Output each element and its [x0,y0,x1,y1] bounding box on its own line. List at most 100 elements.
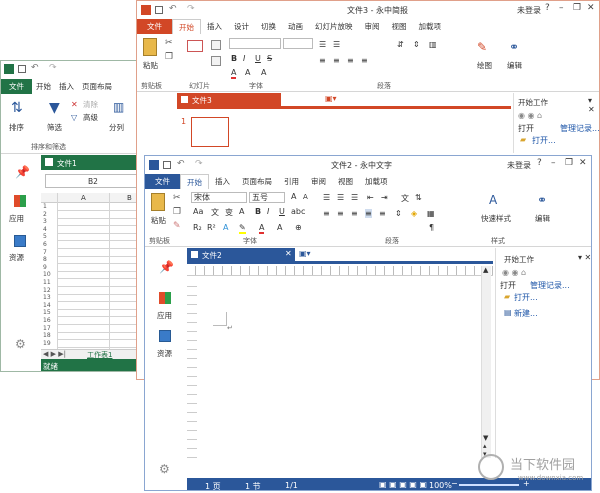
taskpane-close-icon[interactable]: ▾ ✕ [588,96,599,114]
subscript-icon[interactable]: R₂ [193,223,202,232]
tab-addins[interactable]: 加载项 [413,19,448,34]
resources-label[interactable]: 资源 [9,252,24,263]
back-icon[interactable]: ◉ ◉ ⌂ [502,268,526,277]
superscript-icon[interactable]: R² [207,223,216,232]
copy-icon[interactable]: ❐ [165,52,173,62]
shrink-font-icon[interactable]: A [303,193,308,201]
row-header[interactable]: 18 [43,332,57,339]
scroll-up-icon[interactable]: ▲ [483,266,488,274]
change-case-icon[interactable]: Aa [193,207,203,216]
distributed-icon[interactable]: ≡ [379,209,386,218]
sort-icon[interactable]: ⇅ [415,193,422,202]
row-header[interactable]: 10 [43,271,57,278]
align-right-icon[interactable]: ≡ [347,56,354,65]
borders-icon[interactable]: ▦ [427,209,435,218]
column-header-a[interactable]: A [81,194,86,202]
row-header[interactable]: 8 [43,256,57,263]
taskpane-close-icon[interactable]: ▾ ✕ [578,253,591,262]
align-center-icon[interactable]: ≡ [337,209,344,218]
tab-addins[interactable]: 加载项 [359,174,394,189]
settings-icon[interactable]: ⚙ [15,337,26,351]
split-icon[interactable]: ▥ [113,100,124,114]
apps-label[interactable]: 应用 [157,310,172,321]
close-icon[interactable]: ✕ [587,3,595,13]
sheet-nav-icon[interactable]: ◀ ▶ ▶| [43,350,66,358]
tab-insert[interactable]: 插入 [201,19,228,34]
zoom-out-icon[interactable]: − [451,479,458,488]
row-header[interactable]: 19 [43,340,57,347]
text-direction-icon[interactable]: ⇵ [397,40,404,49]
open-link[interactable]: 打开... [532,135,556,146]
cell-reference-box[interactable]: B2 [45,174,141,188]
align-center-icon[interactable]: ≡ [333,56,340,65]
tab-transitions[interactable]: 切换 [255,19,282,34]
tab-insert[interactable]: 插入 [209,174,236,189]
document-page[interactable]: ↵ [199,278,479,458]
row-header[interactable]: 14 [43,302,57,309]
restore-icon[interactable]: ❐ [573,3,581,13]
new-link[interactable]: 新建... [514,308,538,319]
spreadsheet-doc-tab[interactable]: 文件1 [57,158,77,169]
multilevel-list-icon[interactable]: ☰ [351,193,358,202]
align-right-icon[interactable]: ≡ [351,209,358,218]
show-marks-icon[interactable]: ¶ [429,223,434,232]
tab-review[interactable]: 审阅 [359,19,386,34]
row-header[interactable]: 5 [43,233,57,240]
minimize-icon[interactable]: – [551,158,556,168]
help-icon[interactable]: ? [545,3,550,13]
tab-review[interactable]: 审阅 [305,174,332,189]
tab-design[interactable]: 设计 [228,19,255,34]
strikethrough-icon[interactable]: S [267,54,272,63]
tab-slideshow[interactable]: 幻灯片放映 [309,19,359,34]
align-left-icon[interactable]: ≡ [319,56,326,65]
tab-home[interactable]: 开始 [172,19,201,34]
doc-tab-close-icon[interactable]: ✕ [285,249,292,258]
pin-icon[interactable]: 📌 [159,260,174,274]
apps-icon[interactable] [159,292,171,304]
column-header-b[interactable]: B [127,194,132,202]
minimize-icon[interactable]: – [559,3,564,13]
undo-icon[interactable]: ↶ [169,4,177,14]
highlight-icon[interactable]: ✎ [239,223,246,234]
edit-button[interactable]: 编辑 [507,60,522,71]
slide-thumbnail[interactable] [191,117,229,147]
grow-font-icon[interactable]: A [261,68,266,77]
strikethrough-icon[interactable]: abc [291,207,305,216]
restore-icon[interactable]: ❐ [565,158,573,168]
shading-icon[interactable]: ◈ [411,209,417,218]
vertical-scrollbar[interactable]: ▲ ▼ ▴ ▾ [481,266,491,458]
row-header[interactable]: 1 [43,203,57,210]
grow-font-icon[interactable]: A [291,192,296,201]
bullets-icon[interactable]: ☰ [319,40,326,49]
status-zoom[interactable]: 100% [429,481,452,490]
line-spacing-icon[interactable]: ⇕ [413,40,420,49]
text-shadow-icon[interactable]: A [245,68,250,77]
undo-icon[interactable]: ↶ [177,159,185,169]
row-header[interactable]: 12 [43,287,57,294]
row-header[interactable]: 7 [43,249,57,256]
justify-icon[interactable]: ≡ [361,56,368,65]
manage-records-link[interactable]: 管理记录... [560,123,599,134]
row-header[interactable]: 17 [43,325,57,332]
paste-button[interactable]: 粘贴 [151,215,166,226]
enclose-char-icon[interactable]: ⊕ [295,223,302,232]
paste-icon[interactable] [151,193,165,211]
format-painter-icon[interactable]: ✎ [173,221,181,231]
row-header[interactable]: 11 [43,279,57,286]
resources-label[interactable]: 资源 [157,348,172,359]
advanced-icon[interactable]: ▽ [71,113,77,122]
tab-view[interactable]: 视图 [386,19,413,34]
back-icon[interactable]: ◉ ◉ ⌂ [518,111,542,120]
row-header[interactable]: 13 [43,294,57,301]
new-tab-icon[interactable]: ▣▾ [325,94,337,103]
save-icon[interactable] [163,161,171,169]
phonetic-icon[interactable]: 文 [211,207,219,218]
quick-styles-icon[interactable]: A [489,193,497,207]
vertical-ruler[interactable] [187,278,197,458]
char-shading-icon[interactable]: A [277,223,282,232]
redo-icon[interactable]: ↷ [187,4,195,14]
font-color-icon[interactable]: A [259,223,265,234]
scroll-down-icon[interactable]: ▼ [483,434,488,442]
paste-icon[interactable] [143,38,157,56]
tab-page-layout[interactable]: 页面布局 [78,79,116,94]
